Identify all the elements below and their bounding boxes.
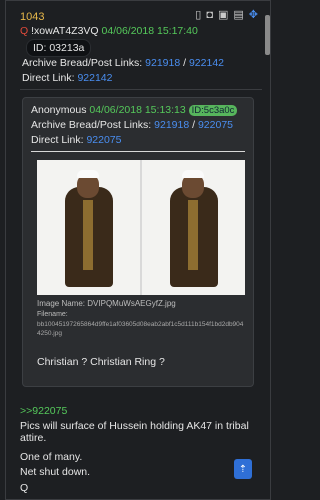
tripcode: !xowAT4Z3VQ [31, 25, 99, 37]
post-toolbar: ▯ ◘ ▣ ▤ ✥ [195, 9, 258, 21]
archive-bread-link[interactable]: 921918 [145, 57, 180, 69]
robe-trim-right [188, 200, 198, 270]
quoted-header: Anonymous 04/06/2018 15:13:13 ID:5c3a0c [31, 104, 238, 116]
q-mark: Q [20, 25, 29, 37]
divider [20, 89, 262, 90]
direct-link-row: Direct Link: 922142 [22, 72, 112, 84]
filename-label: Filename: [37, 311, 68, 318]
direct-link[interactable]: 922142 [77, 72, 112, 84]
scrollbar-thumb[interactable] [265, 15, 270, 55]
goggles-icon[interactable]: ◘ [206, 9, 213, 21]
id-badge: ID: 03213a [26, 39, 92, 57]
scroll-top-button[interactable]: ⇡ [234, 459, 252, 479]
archive-post-link[interactable]: 922142 [189, 57, 224, 69]
quoted-date: 04/06/2018 15:13:13 [89, 104, 186, 116]
quoted-direct-label: Direct Link: [31, 134, 84, 146]
quoted-name: Anonymous [31, 104, 87, 116]
message-line-1: Pics will surface of Hussein holding AK4… [20, 420, 249, 444]
direct-label: Direct Link: [22, 72, 75, 84]
quoted-direct-row: Direct Link: 922075 [31, 134, 121, 146]
message-line-2: One of many. [20, 451, 83, 463]
image-icon[interactable]: ▣ [218, 9, 228, 21]
quoted-divider [31, 151, 245, 152]
image-name: DVIPQMuWsAEGyfZ.jpg [87, 299, 176, 308]
quoted-archive-label: Archive Bread/Post Links: [31, 119, 152, 131]
post-header: Q !xowAT4Z3VQ 04/06/2018 15:17:40 [20, 25, 198, 37]
quoted-text: Christian ? Christian Ring ? [37, 356, 165, 368]
image-name-row: Image Name: DVIPQMuWsAEGyfZ.jpg [37, 299, 176, 308]
pin-icon[interactable]: ✥ [249, 9, 258, 21]
image-left [37, 160, 140, 295]
message-line-4: Q [20, 482, 29, 494]
quoted-post: Anonymous 04/06/2018 15:13:13 ID:5c3a0c … [22, 97, 254, 387]
quoted-id: ID:5c3a0c [188, 105, 238, 116]
image-right [142, 160, 245, 295]
quoted-archive-bread-link[interactable]: 921918 [154, 119, 189, 131]
archive-links-row: Archive Bread/Post Links: 921918 / 92214… [22, 57, 224, 69]
quoted-archive-post-link[interactable]: 922075 [198, 119, 233, 131]
cap-left [77, 170, 99, 178]
quoted-archive-row: Archive Bread/Post Links: 921918 / 92207… [31, 119, 233, 131]
filename: bb10045197265864d9ffe1af03605d08eab2abf1… [37, 321, 244, 337]
post-date: 04/06/2018 15:17:40 [101, 25, 198, 37]
robe-trim-left [83, 200, 93, 270]
cap-right [182, 170, 204, 178]
post-number: 1043 [20, 11, 45, 23]
post-image[interactable] [37, 160, 245, 295]
slash: / [183, 57, 187, 69]
quoted-direct-link[interactable]: 922075 [86, 134, 121, 146]
archive-label: Archive Bread/Post Links: [22, 57, 143, 69]
slash: / [192, 119, 196, 131]
image-name-label: Image Name: [37, 299, 86, 308]
message-line-3: Net shut down. [20, 466, 91, 478]
layers-icon[interactable]: ▤ [233, 9, 243, 21]
post-container: 1043 ▯ ◘ ▣ ▤ ✥ Q !xowAT4Z3VQ 04/06/2018 … [5, 0, 271, 500]
copy-icon[interactable]: ▯ [195, 9, 201, 21]
reply-ref-link[interactable]: >>922075 [20, 405, 67, 417]
